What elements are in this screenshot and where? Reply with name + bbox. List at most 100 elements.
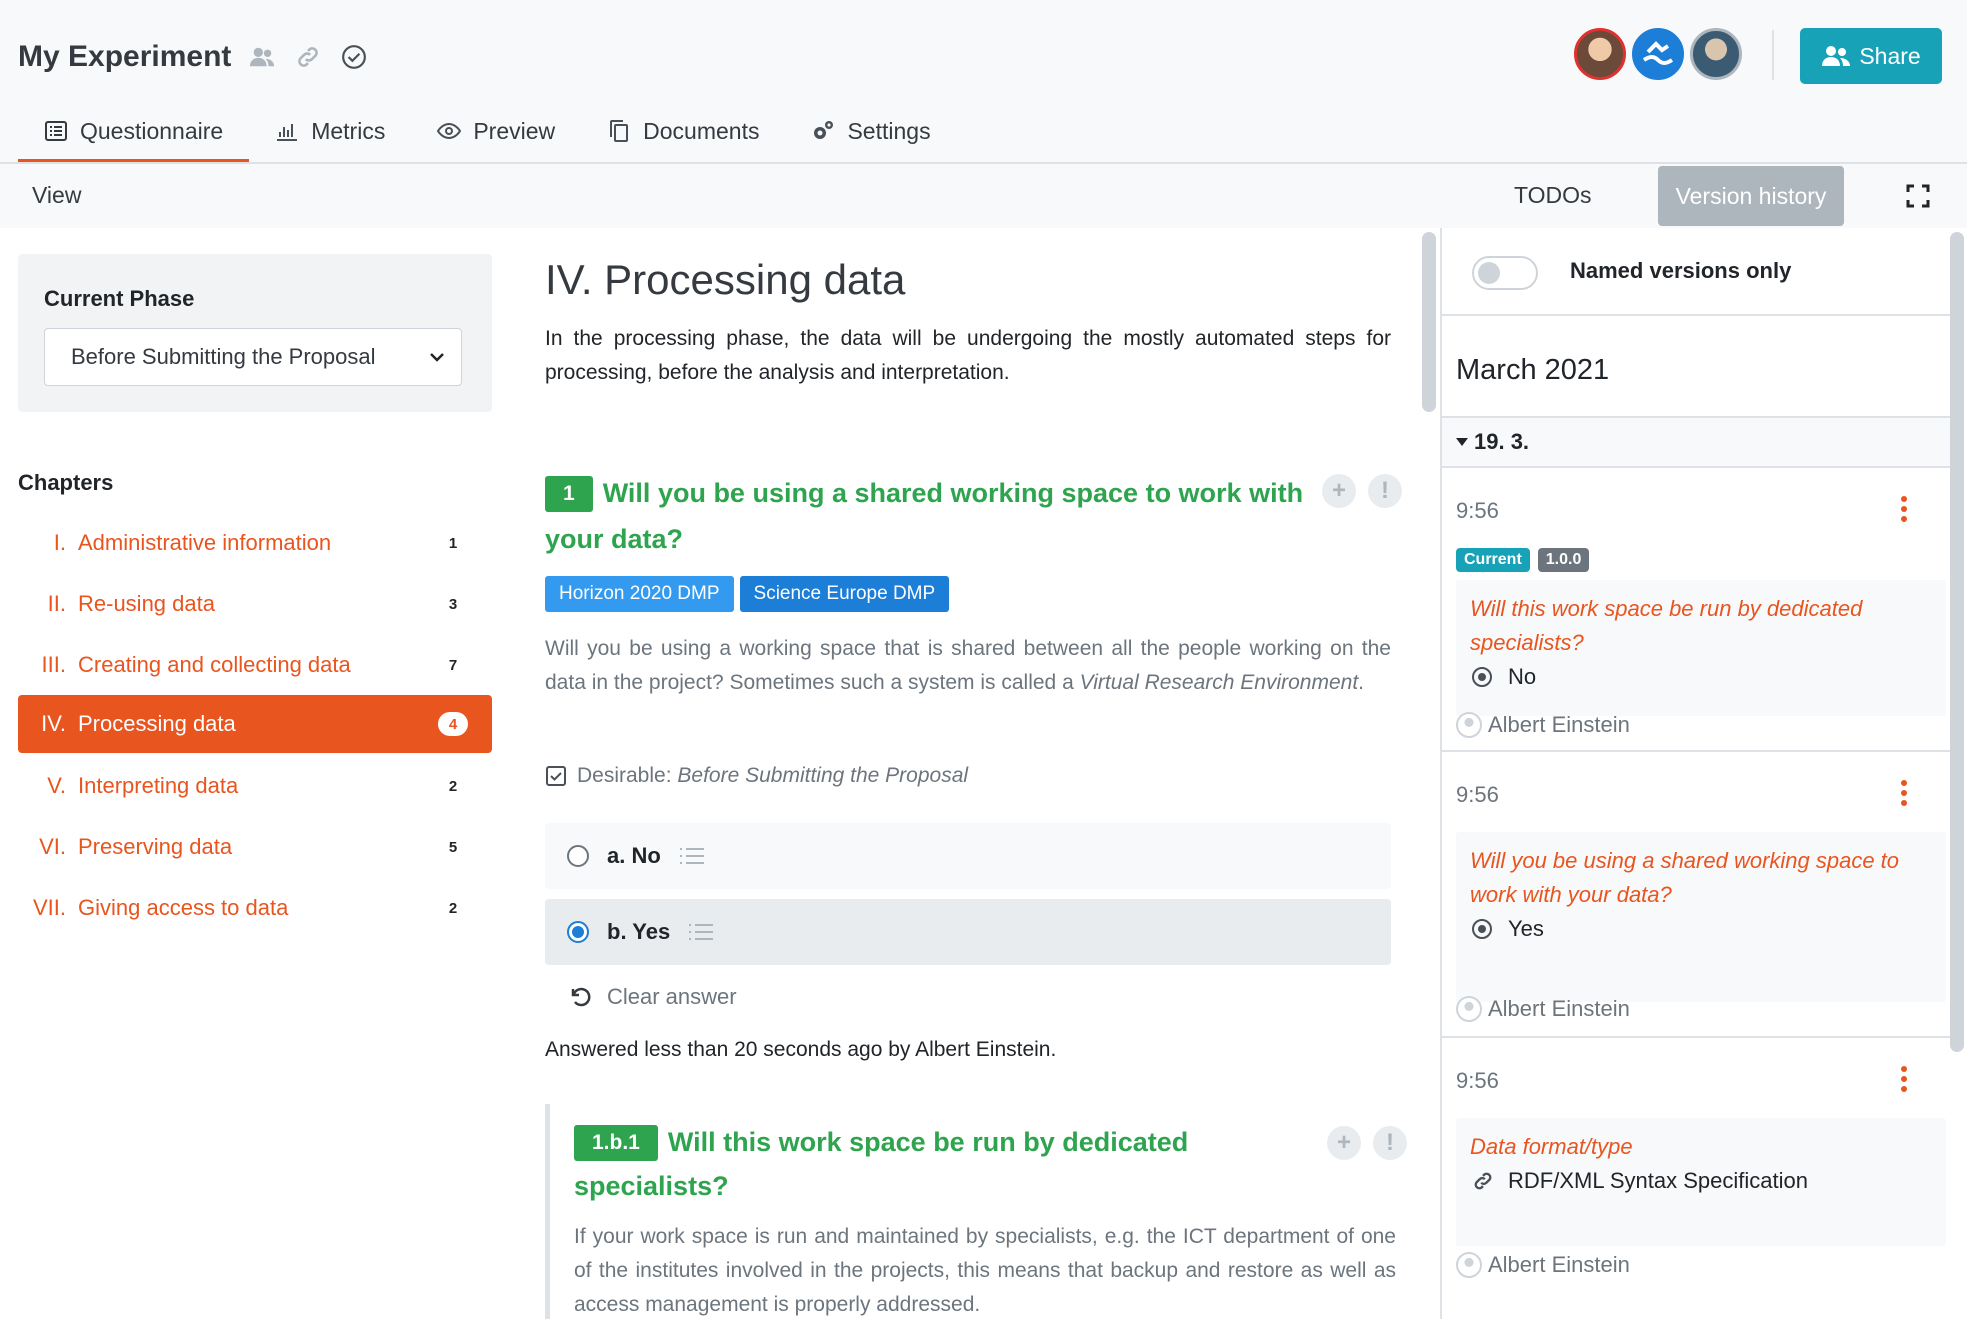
chapter-item[interactable]: I. Administrative information 1 xyxy=(18,514,492,572)
radio-icon xyxy=(1472,919,1492,939)
event-user: Albert Einstein xyxy=(1456,712,1630,738)
tab-preview[interactable]: Preview xyxy=(411,110,581,162)
history-day-toggle[interactable]: 19. 3. xyxy=(1442,416,1950,468)
link-icon xyxy=(1474,1172,1492,1190)
chapter-number: V. xyxy=(47,773,66,798)
tag: Horizon 2020 DMP xyxy=(545,576,734,612)
tab-label: Settings xyxy=(847,118,931,144)
answer-label: b. Yes xyxy=(607,919,671,944)
avatar[interactable] xyxy=(1632,28,1684,80)
chapter-item[interactable]: III. Creating and collecting data 7 xyxy=(18,636,492,694)
add-comment-button[interactable]: + xyxy=(1327,1126,1361,1160)
list-icon xyxy=(679,848,704,864)
radio-button[interactable] xyxy=(567,921,589,943)
tag: Science Europe DMP xyxy=(739,576,950,612)
chapter-number: III. xyxy=(41,652,66,677)
question-description: Will you be using a working space that i… xyxy=(545,632,1391,700)
users-icon xyxy=(1822,46,1851,66)
chapter-name: Interpreting data xyxy=(78,773,239,798)
todos-button[interactable]: TODOs xyxy=(1514,182,1592,209)
todo-button[interactable]: ! xyxy=(1368,474,1402,508)
todo-button[interactable]: ! xyxy=(1373,1126,1407,1160)
question-tags: Horizon 2020 DMP Science Europe DMP xyxy=(545,576,955,612)
avatar[interactable] xyxy=(1690,28,1742,80)
chapter-name: Giving access to data xyxy=(78,895,289,920)
answer-option[interactable]: a. No xyxy=(545,823,1391,889)
event-question[interactable]: Data format/type xyxy=(1470,1130,1932,1164)
tab-label: Questionnaire xyxy=(80,118,224,144)
history-scrollbar[interactable] xyxy=(1950,232,1964,1052)
chapter-item[interactable]: V. Interpreting data 2 xyxy=(18,757,492,815)
version-history-panel: Named versions only March 2021 19. 3. 9:… xyxy=(1440,228,1950,1319)
event-answer-text: RDF/XML Syntax Specification xyxy=(1508,1168,1808,1193)
chapter-name: Administrative information xyxy=(78,530,332,555)
add-comment-button[interactable]: + xyxy=(1322,474,1356,508)
event-answer-text: No xyxy=(1508,664,1537,689)
chapter-count: 3 xyxy=(448,595,458,613)
followup-question: 1.b.1 Will this work space be run by dedi… xyxy=(545,1104,1407,1319)
view-toolbar: View TODOs Version history xyxy=(0,162,1967,228)
history-event: 9:56 Will you be using a shared working … xyxy=(1442,752,1950,1038)
chapter-item[interactable]: II. Re-using data 3 xyxy=(18,575,492,633)
tab-documents[interactable]: Documents xyxy=(581,110,785,162)
chapter-number: I. xyxy=(53,530,66,555)
link-icon[interactable] xyxy=(293,42,323,72)
chapter-item[interactable]: VI. Preserving data 5 xyxy=(18,818,492,876)
share-button[interactable]: Share xyxy=(1800,28,1942,84)
share-label: Share xyxy=(1859,42,1921,69)
desirable-phase: Desirable: Before Submitting the Proposa… xyxy=(545,764,968,788)
version-history-button[interactable]: Version history xyxy=(1658,166,1844,226)
chapter-item-active[interactable]: IV. Processing data 4 xyxy=(18,695,492,753)
current-badge: Current xyxy=(1456,548,1530,572)
tab-questionnaire[interactable]: Questionnaire xyxy=(18,110,250,162)
tab-settings[interactable]: Settings xyxy=(785,110,956,162)
phase-select[interactable]: Before Submitting the Proposal xyxy=(44,328,462,386)
caret-down-icon xyxy=(1456,438,1468,446)
history-event: 9:56 Current 1.0.0 Will this work space … xyxy=(1442,468,1950,752)
event-time: 9:56 xyxy=(1456,498,1499,523)
checkbox-icon xyxy=(546,766,566,786)
chapter-name: Creating and collecting data xyxy=(78,652,351,677)
named-versions-toggle[interactable] xyxy=(1472,256,1538,290)
phase-panel: Current Phase Before Submitting the Prop… xyxy=(18,254,492,412)
chapter-count: 5 xyxy=(448,838,458,856)
chapter-count: 1 xyxy=(448,534,458,552)
chapter-item[interactable]: VII. Giving access to data 2 xyxy=(18,879,492,937)
user-avatar-icon xyxy=(1456,1252,1482,1278)
undo-icon xyxy=(571,987,591,1007)
answer-option-selected[interactable]: b. Yes xyxy=(545,899,1391,965)
desirable-value: Before Submitting the Proposal xyxy=(677,764,969,787)
followup-title: 1.b.1 Will this work space be run by dedi… xyxy=(574,1120,1294,1208)
clear-answer-button[interactable]: Clear answer xyxy=(569,984,737,1010)
event-time: 9:56 xyxy=(1456,782,1499,807)
event-question[interactable]: Will you be using a shared working space… xyxy=(1470,844,1932,912)
event-question[interactable]: Will this work space be run by dedicated… xyxy=(1470,592,1932,660)
version-badge: 1.0.0 xyxy=(1537,548,1590,572)
tab-metrics[interactable]: Metrics xyxy=(249,110,411,162)
answer-label: a. No xyxy=(607,843,661,868)
avatar[interactable] xyxy=(1574,28,1626,80)
check-circle-icon[interactable] xyxy=(339,42,369,72)
event-answer: Yes xyxy=(1470,916,1932,942)
tab-label: Documents xyxy=(643,118,760,144)
view-menu[interactable]: View xyxy=(32,182,81,209)
user-avatar-icon xyxy=(1456,712,1482,738)
question-description-end: . xyxy=(1358,671,1365,694)
named-versions-label: Named versions only xyxy=(1570,258,1792,283)
chapter-number: VII. xyxy=(32,895,66,920)
chapter-number: VI. xyxy=(39,834,66,859)
eye-icon xyxy=(437,118,463,144)
content-scrollbar[interactable] xyxy=(1422,232,1436,412)
fullscreen-icon[interactable] xyxy=(1906,184,1930,208)
ellipsis-vertical-icon[interactable] xyxy=(1900,1066,1908,1092)
followup-description: If your work space is run and maintained… xyxy=(574,1225,1396,1316)
ellipsis-vertical-icon[interactable] xyxy=(1900,780,1908,806)
phase-value: Before Submitting the Proposal xyxy=(71,344,376,369)
chapter-number: IV. xyxy=(41,711,66,736)
ellipsis-vertical-icon[interactable] xyxy=(1900,496,1908,522)
radio-button[interactable] xyxy=(567,845,589,867)
followup-actions: + ! xyxy=(1315,1126,1407,1160)
event-user: Albert Einstein xyxy=(1456,1252,1630,1278)
chapter-description: In the processing phase, the data will b… xyxy=(545,327,1391,384)
tab-label: Metrics xyxy=(311,118,386,144)
